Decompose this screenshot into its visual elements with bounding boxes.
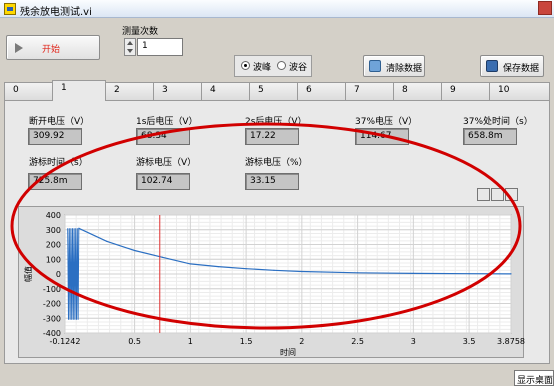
radio-valley[interactable] bbox=[277, 61, 286, 70]
y-tick-label: -300 bbox=[43, 314, 61, 323]
play-icon bbox=[15, 43, 23, 53]
start-label: 开始 bbox=[42, 45, 61, 55]
tab-5[interactable]: 5 bbox=[249, 82, 298, 100]
cursor-time-value: 725.8m bbox=[28, 173, 82, 190]
tab-strip: 0 1 2 3 4 5 6 7 8 9 10 bbox=[4, 80, 552, 101]
save-data-label: 保存数据 bbox=[503, 64, 540, 74]
clear-data-button[interactable]: 清除数据 bbox=[363, 55, 425, 77]
cursor-time-label: 游标时间（s） bbox=[29, 158, 88, 168]
data-point bbox=[133, 249, 136, 252]
x-tick-label: 3.8758 bbox=[497, 337, 525, 346]
save-data-icon bbox=[486, 60, 498, 72]
data-point bbox=[106, 240, 108, 242]
data-point bbox=[217, 266, 219, 268]
data-point bbox=[468, 273, 470, 275]
tab-1[interactable]: 1 bbox=[52, 80, 106, 101]
time-37pct-label: 37%处时间（s） bbox=[463, 117, 533, 127]
voltage-37pct-label: 37%电压（V） bbox=[355, 117, 418, 127]
count-input[interactable]: 1 bbox=[137, 38, 183, 56]
x-axis-label: 时间 bbox=[280, 347, 296, 357]
y-tick-label: 100 bbox=[46, 255, 61, 264]
x-tick-label: 3 bbox=[411, 337, 416, 346]
voltage-37pct-value: 114.67 bbox=[355, 128, 409, 145]
clear-data-icon bbox=[369, 60, 381, 72]
data-point bbox=[273, 269, 275, 271]
clear-data-label: 清除数据 bbox=[386, 64, 423, 74]
tab-3[interactable]: 3 bbox=[153, 82, 202, 100]
tab-6[interactable]: 6 bbox=[297, 82, 346, 100]
y-tick-label: 200 bbox=[46, 241, 61, 250]
y-axis-label: 幅值 bbox=[23, 266, 33, 282]
tab-2[interactable]: 2 bbox=[105, 82, 154, 100]
y-tick-label: 300 bbox=[46, 226, 61, 235]
data-point bbox=[356, 272, 359, 274]
voltage-2s-label: 2s后电压（V） bbox=[245, 117, 307, 127]
y-tick-label: 0 bbox=[56, 270, 61, 279]
tab-8[interactable]: 8 bbox=[393, 82, 442, 100]
data-point bbox=[301, 270, 303, 273]
data-point bbox=[510, 273, 512, 275]
title-bar: 残余放电测试.vi bbox=[0, 0, 554, 18]
radio-valley-label: 波谷 bbox=[289, 63, 308, 73]
tab-0[interactable]: 0 bbox=[4, 82, 53, 100]
close-button[interactable] bbox=[538, 1, 552, 15]
data-point bbox=[189, 263, 191, 265]
pan-tool-icon[interactable] bbox=[491, 188, 504, 201]
count-label: 测量次数 bbox=[122, 27, 159, 37]
spin-up-icon[interactable] bbox=[127, 41, 133, 45]
vi-icon bbox=[4, 3, 16, 15]
tab-9[interactable]: 9 bbox=[441, 82, 490, 100]
cursor-tool-icon[interactable] bbox=[505, 188, 518, 201]
peak-valley-radio: 波峰 波谷 bbox=[234, 55, 312, 77]
x-tick-label: 0.5 bbox=[128, 337, 141, 346]
waveform-graph: 400 300 200 100 0 -100 -200 -300 -400 -0.1242 0.5 1… bbox=[18, 206, 525, 358]
y-tick-label: -100 bbox=[43, 285, 61, 294]
data-point bbox=[412, 272, 414, 275]
radio-peak[interactable] bbox=[241, 61, 250, 70]
y-tick-label: 400 bbox=[46, 211, 61, 220]
tab-4[interactable]: 4 bbox=[201, 82, 250, 100]
x-tick-label: 2 bbox=[299, 337, 304, 346]
start-button[interactable]: 开始 bbox=[6, 35, 100, 60]
voltage-2s-value: 17.22 bbox=[245, 128, 299, 145]
tab-10[interactable]: 10 bbox=[489, 82, 550, 100]
radio-peak-label: 波峰 bbox=[253, 63, 272, 73]
cursor-voltage-value: 102.74 bbox=[136, 173, 190, 190]
zoom-tool-icon[interactable] bbox=[477, 188, 490, 201]
save-data-button[interactable]: 保存数据 bbox=[480, 55, 544, 77]
cursor-percent-value: 33.15 bbox=[245, 173, 299, 190]
y-tick-label: -200 bbox=[43, 300, 61, 309]
cutoff-voltage-label: 断开电压（V） bbox=[29, 117, 90, 127]
desktop-tip: 显示桌面 bbox=[514, 370, 554, 386]
data-point bbox=[245, 268, 247, 270]
x-tick-label: 2.5 bbox=[351, 337, 364, 346]
graph-palette bbox=[477, 188, 521, 202]
tab-7[interactable]: 7 bbox=[345, 82, 394, 100]
cursor-percent-label: 游标电压（%） bbox=[245, 158, 308, 168]
data-point bbox=[161, 256, 164, 258]
x-tick-label: -0.1242 bbox=[50, 337, 81, 346]
voltage-1s-value: 68.34 bbox=[136, 128, 190, 145]
cutoff-voltage-value: 309.92 bbox=[28, 128, 82, 145]
x-tick-label: 1.5 bbox=[240, 337, 253, 346]
x-tick-label: 1 bbox=[188, 337, 193, 346]
x-tick-label: 3.5 bbox=[463, 337, 476, 346]
waveform-chart: 4003002001000-100-200-300-400-0.1242 0.5 1… bbox=[23, 211, 525, 357]
spin-down-icon[interactable] bbox=[127, 49, 133, 53]
count-spinner[interactable] bbox=[124, 38, 136, 56]
time-37pct-value: 658.8m bbox=[463, 128, 517, 145]
data-point bbox=[78, 227, 80, 229]
window-title: 残余放电测试.vi bbox=[20, 7, 92, 18]
voltage-1s-label: 1s后电压（V） bbox=[136, 117, 198, 127]
cursor-voltage-label: 游标电压（V） bbox=[136, 158, 197, 168]
